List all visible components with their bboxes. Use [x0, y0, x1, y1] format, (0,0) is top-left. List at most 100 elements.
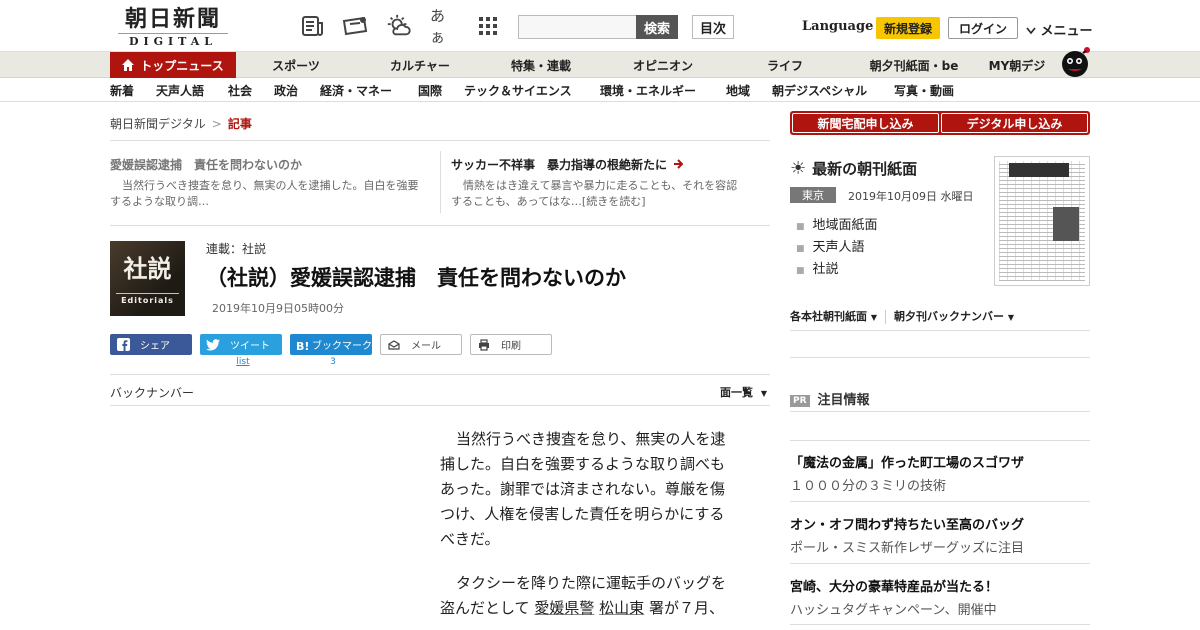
- breadcrumb-separator: >: [211, 117, 222, 131]
- pr-heading: PR 注目情報: [790, 389, 870, 408]
- newspaper-front-page-thumbnail[interactable]: [994, 156, 1090, 286]
- toc-button[interactable]: 目次: [692, 15, 734, 39]
- weather-icon[interactable]: [386, 13, 412, 39]
- nav-item-culture[interactable]: カルチャー: [378, 52, 462, 78]
- facebook-share-label: シェア: [140, 341, 170, 352]
- menu-button[interactable]: メニュー: [1026, 20, 1093, 39]
- print-label: 印刷: [501, 341, 521, 352]
- caret-down-icon: ▼: [760, 389, 767, 398]
- ad-title-3[interactable]: 宮崎、大分の豪華特産品が当たる！: [790, 576, 998, 595]
- subnav-item-society[interactable]: 社会: [228, 82, 252, 99]
- nav-item-features[interactable]: 特集・連載: [500, 52, 582, 78]
- related-title-1[interactable]: 愛媛誤認逮捕 責任を問わないのか: [110, 156, 302, 173]
- register-button[interactable]: 新規登録: [876, 17, 940, 39]
- pr-badge: PR: [790, 394, 810, 407]
- region-badge[interactable]: 東京: [790, 187, 836, 203]
- breadcrumb: 朝日新聞デジタル > 記事: [110, 115, 252, 132]
- back-number-dropdown[interactable]: 朝夕刊バックナンバー ▼: [894, 310, 1014, 323]
- nav-item-sports[interactable]: スポーツ: [256, 52, 336, 78]
- ad-title-1[interactable]: 「魔法の金属」作った町工場のスゴワザ: [790, 452, 1024, 471]
- mail-button[interactable]: メール: [380, 334, 462, 355]
- bullet-icon: ■: [796, 244, 805, 254]
- ticket-icon[interactable]: [342, 13, 368, 39]
- back-number-label: バックナンバー: [110, 386, 195, 400]
- subnav-item-tech[interactable]: テック＆サイエンス: [464, 82, 572, 99]
- subnav-item-environment[interactable]: 環境・エネルギー: [600, 82, 696, 99]
- divider: [790, 411, 1090, 412]
- menu-label: メニュー: [1040, 24, 1093, 39]
- thumbnail-english: Editorials: [121, 296, 174, 305]
- printer-icon: [477, 338, 491, 352]
- related-text-1: 当然行うべき捜査を怠り、無実の人を逮捕した。自白を強要するような取り調…: [110, 179, 419, 208]
- hatena-bookmark-button[interactable]: B! ブックマーク: [290, 334, 372, 355]
- related-title-2[interactable]: サッカー不祥事 暴力指導の根絶新たに: [451, 156, 684, 173]
- site-logo[interactable]: 朝日新聞 DIGITAL: [118, 6, 228, 48]
- divider: [110, 225, 770, 226]
- divider: [110, 405, 770, 406]
- home-delivery-button[interactable]: 新聞宅配申し込み: [792, 113, 939, 133]
- mascot-icon[interactable]: [1058, 44, 1092, 78]
- divider: [790, 501, 1090, 502]
- subscribe-bar: 新聞宅配申し込み デジタル申し込み: [790, 111, 1090, 135]
- login-button[interactable]: ログイン: [948, 17, 1018, 39]
- back-number-label: 朝夕刊バックナンバー: [894, 310, 1004, 323]
- article-text: 盗んだとして: [440, 599, 530, 617]
- subnav-item-economy[interactable]: 経済・マネー: [320, 82, 392, 99]
- paper-link-editorial[interactable]: ■ 社説: [796, 258, 839, 277]
- subnav-item-politics[interactable]: 政治: [274, 82, 298, 99]
- related-title-2-text: サッカー不祥事 暴力指導の根絶新たに: [451, 158, 668, 172]
- language-link[interactable]: Language: [802, 19, 873, 34]
- tweet-count[interactable]: list: [202, 357, 284, 367]
- facebook-share-button[interactable]: シェア: [110, 334, 192, 355]
- nav-item-my-asadeji[interactable]: MY朝デジ: [984, 52, 1050, 78]
- divider: [790, 330, 1090, 331]
- latest-paper-heading: ☀ 最新の朝刊紙面: [790, 158, 917, 179]
- article-line: べきだ。: [440, 530, 500, 548]
- ad-sub-2[interactable]: ポール・スミス新作レザーグッズに注目: [790, 537, 1024, 556]
- print-button[interactable]: 印刷: [470, 334, 552, 355]
- matsuyama-higashi-link[interactable]: 松山東: [599, 599, 644, 617]
- regional-paper-dropdown[interactable]: 各本社朝刊紙面 ▼: [790, 310, 877, 323]
- paper-link-regional[interactable]: ■ 地域面紙面: [796, 214, 878, 233]
- subnav-item-region[interactable]: 地域: [726, 82, 750, 99]
- ad-sub-3[interactable]: ハッシュタグキャンペーン、開催中: [790, 599, 997, 618]
- paper-link-tensei[interactable]: ■ 天声人語: [796, 236, 865, 255]
- list-all-label: 面一覧: [720, 386, 753, 399]
- search-input[interactable]: [518, 15, 638, 39]
- paper-link-label: 天声人語: [812, 240, 865, 255]
- breadcrumb-current: 記事: [227, 117, 252, 131]
- divider: [440, 151, 441, 213]
- related-text-2-line-2[interactable]: することも、あってはな…[続きを読む]: [451, 194, 771, 210]
- nav-item-paper[interactable]: 朝夕刊紙面・be: [858, 52, 970, 78]
- hatena-icon: B!: [296, 338, 310, 352]
- divider: [790, 563, 1090, 564]
- nav-item-opinion[interactable]: オピニオン: [622, 52, 704, 78]
- subnav-item-special[interactable]: 朝デジスペシャル: [772, 82, 867, 99]
- logo-main-text: 朝日新聞: [124, 6, 221, 32]
- search-button[interactable]: 検索: [636, 15, 678, 39]
- digital-subscribe-button[interactable]: デジタル申し込み: [941, 113, 1088, 133]
- subnav-item-international[interactable]: 国際: [418, 82, 442, 99]
- breadcrumb-home[interactable]: 朝日新聞デジタル: [110, 117, 206, 131]
- series-label[interactable]: 連載：社説: [206, 240, 266, 257]
- subnav-item-new[interactable]: 新着: [110, 82, 134, 99]
- bookmark-count[interactable]: 3: [292, 357, 374, 367]
- subnav-item-tensei[interactable]: 天声人語: [156, 82, 204, 99]
- logo-sub-text: DIGITAL: [118, 33, 228, 48]
- ehime-police-link[interactable]: 愛媛県警: [534, 599, 594, 617]
- ad-title-2[interactable]: オン・オフ問わず持ちたい至高のバッグ: [790, 514, 1024, 533]
- paper-link-label: 地域面紙面: [812, 218, 878, 233]
- grid-menu-icon[interactable]: [475, 13, 501, 39]
- newspaper-icon[interactable]: [300, 13, 326, 39]
- subnav-item-photo-video[interactable]: 写真・動画: [894, 82, 954, 99]
- sub-nav: 新着 天声人語 社会 政治 経済・マネー 国際 テック＆サイエンス 環境・エネル…: [0, 78, 1200, 102]
- nav-item-top-news[interactable]: トップニュース: [110, 52, 236, 78]
- article-line: 捕した。自白を強要するような取り調べも: [440, 455, 726, 473]
- tweet-button[interactable]: ツイート: [200, 334, 282, 355]
- font-size-icon[interactable]: あぁ: [430, 7, 456, 46]
- paper-link-label: 社説: [812, 262, 839, 277]
- nav-item-life[interactable]: ライフ: [752, 52, 818, 78]
- list-all-dropdown[interactable]: 面一覧 ▼: [720, 384, 767, 400]
- article-date: 2019年10月9日05時00分: [212, 302, 344, 315]
- ad-sub-1[interactable]: １０００分の３ミリの技術: [790, 475, 946, 494]
